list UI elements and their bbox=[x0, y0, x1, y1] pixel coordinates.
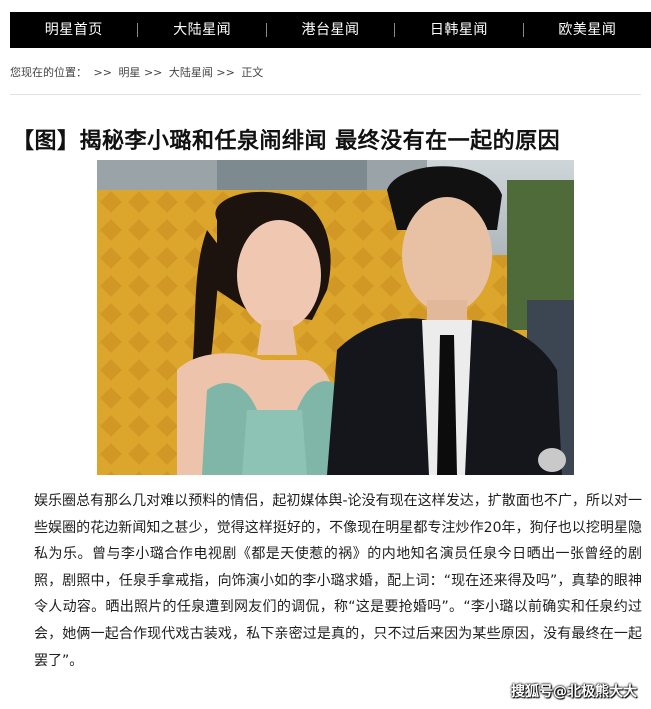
nav-item-jp-kr[interactable]: 日韩星闻 bbox=[395, 12, 522, 48]
nav-item-western[interactable]: 欧美星闻 bbox=[524, 12, 651, 48]
breadcrumb-prefix: 您现在的位置： bbox=[10, 66, 87, 79]
breadcrumb-link-mainland[interactable]: 大陆星闻 bbox=[169, 66, 213, 79]
breadcrumb-separator: >> bbox=[216, 66, 235, 79]
source-watermark: 搜狐号@北极熊大大 bbox=[511, 684, 637, 700]
breadcrumb-current: 正文 bbox=[241, 66, 264, 79]
nav-item-home[interactable]: 明星首页 bbox=[10, 12, 137, 48]
breadcrumb: 您现在的位置： >> 明星 >> 大陆星闻 >> 正文 bbox=[10, 64, 266, 80]
breadcrumb-separator: >> bbox=[93, 66, 112, 79]
nav-item-mainland[interactable]: 大陆星闻 bbox=[138, 12, 265, 48]
header-divider bbox=[10, 94, 641, 95]
article-body: 娱乐圈总有那么几对难以预料的情侣，起初媒体舆-论没有现在这样发达，扩散面也不广，… bbox=[34, 488, 642, 674]
breadcrumb-separator: >> bbox=[143, 66, 163, 79]
article-title: 【图】揭秘李小璐和任泉闹绯闻 最终没有在一起的原因 bbox=[12, 128, 561, 154]
article-paragraph: 娱乐圈总有那么几对难以预料的情侣，起初媒体舆-论没有现在这样发达，扩散面也不广，… bbox=[34, 493, 642, 669]
breadcrumb-link-stars[interactable]: 明星 bbox=[118, 66, 140, 79]
top-nav-bar: 明星首页 大陆星闻 港台星闻 日韩星闻 欧美星闻 bbox=[10, 12, 651, 48]
article-photo bbox=[97, 160, 574, 475]
photo-illustration bbox=[97, 160, 574, 475]
nav-item-hk-tw[interactable]: 港台星闻 bbox=[267, 12, 394, 48]
